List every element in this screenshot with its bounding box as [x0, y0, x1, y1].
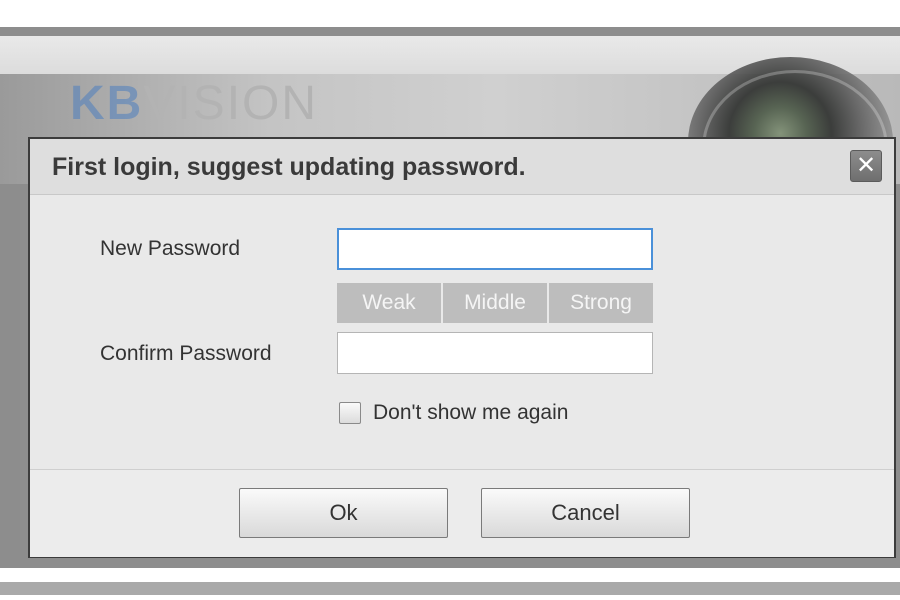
dont-show-again-option[interactable]: Don't show me again — [339, 401, 568, 425]
brand-logo: KBVISION — [70, 77, 319, 130]
ok-button[interactable]: Ok — [239, 488, 448, 538]
strength-weak: Weak — [337, 283, 441, 323]
password-update-dialog: First login, suggest updating password. … — [28, 137, 896, 558]
dialog-footer: Ok Cancel — [30, 469, 894, 557]
dialog-header: First login, suggest updating password. … — [30, 139, 894, 195]
new-password-label: New Password — [100, 237, 241, 260]
confirm-password-input[interactable] — [337, 332, 653, 374]
strength-strong: Strong — [549, 283, 653, 323]
dialog-title: First login, suggest updating password. — [52, 153, 526, 181]
dont-show-again-label: Don't show me again — [373, 401, 569, 424]
new-password-input[interactable] — [337, 228, 653, 270]
dont-show-again-checkbox[interactable] — [339, 402, 361, 424]
strength-middle: Middle — [443, 283, 547, 323]
background-footer — [0, 582, 900, 595]
password-strength-meter: Weak Middle Strong — [337, 283, 653, 323]
close-icon[interactable]: ✕ — [850, 150, 882, 182]
confirm-password-label: Confirm Password — [100, 342, 272, 365]
cancel-button[interactable]: Cancel — [481, 488, 690, 538]
